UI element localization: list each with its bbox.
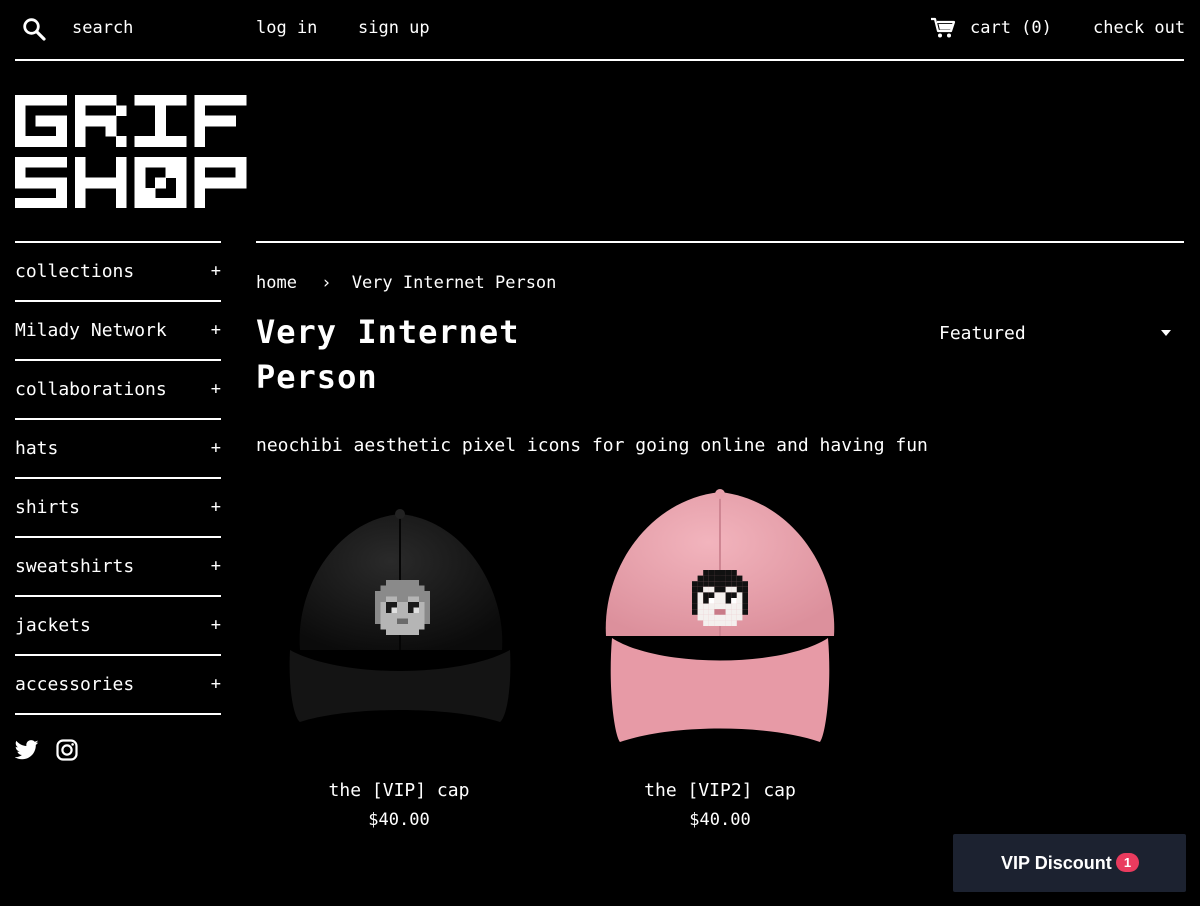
checkout-link[interactable]: check out xyxy=(1093,17,1185,39)
grift-shop-logo[interactable] xyxy=(15,95,251,208)
sidebar-item-label: collections xyxy=(15,261,135,282)
breadcrumb-home[interactable]: home xyxy=(256,272,297,294)
page-title: Very Internet Person xyxy=(256,313,520,396)
plus-icon[interactable]: + xyxy=(211,437,221,459)
plus-icon[interactable]: + xyxy=(211,378,221,400)
product-name[interactable]: the [VIP2] cap xyxy=(580,779,860,803)
sidebar-item-hats[interactable]: hats + xyxy=(15,420,221,479)
breadcrumb-current: Very Internet Person xyxy=(351,273,557,293)
plus-icon[interactable]: + xyxy=(211,614,221,636)
sidebar-item-sweatshirts[interactable]: sweatshirts + xyxy=(15,538,221,597)
sidebar-item-jackets[interactable]: jackets + xyxy=(15,597,221,656)
sort-selected-value: Featured xyxy=(939,323,1026,344)
sidebar-item-collections[interactable]: collections + xyxy=(15,243,221,302)
main-top-divider xyxy=(256,241,1184,243)
logo-line2 xyxy=(15,157,247,208)
instagram-icon[interactable] xyxy=(56,739,78,761)
breadcrumb: home › Very Internet Person xyxy=(256,272,556,294)
header-divider xyxy=(15,59,1184,61)
sidebar-item-label: jackets xyxy=(15,615,91,636)
plus-icon[interactable]: + xyxy=(211,260,221,282)
login-link[interactable]: log in xyxy=(256,17,317,39)
cart-icon[interactable] xyxy=(930,17,956,39)
sidebar-item-label: sweatshirts xyxy=(15,556,135,577)
sidebar-item-label: shirts xyxy=(15,497,81,518)
sidebar-divider xyxy=(15,713,221,715)
logo-line1 xyxy=(15,95,247,147)
sidebar-item-label: collaborations xyxy=(15,379,167,400)
sort-select[interactable]: Featured xyxy=(939,322,1179,346)
plus-icon[interactable]: + xyxy=(211,496,221,518)
plus-icon[interactable]: + xyxy=(211,673,221,695)
collection-description: neochibi aesthetic pixel icons for going… xyxy=(256,435,928,456)
notification-badge: 1 xyxy=(1116,853,1139,872)
pixel-face-embroidery xyxy=(375,580,430,635)
sidebar-item-milady-network[interactable]: Milady Network + xyxy=(15,302,221,361)
search-icon[interactable] xyxy=(22,17,46,41)
vip-discount-button[interactable]: VIP Discount 1 xyxy=(953,834,1186,892)
sidebar-item-collaborations[interactable]: collaborations + xyxy=(15,361,221,420)
plus-icon[interactable]: + xyxy=(211,319,221,341)
sidebar-item-label: accessories xyxy=(15,674,135,695)
chevron-down-icon xyxy=(1161,330,1171,336)
plus-icon[interactable]: + xyxy=(211,555,221,577)
search-input[interactable]: search xyxy=(72,17,133,39)
product-price: $40.00 xyxy=(368,810,430,830)
signup-link[interactable]: sign up xyxy=(358,17,430,39)
product-image-vip2-cap[interactable] xyxy=(598,486,842,752)
product-price: $40.00 xyxy=(689,810,751,830)
cart-link[interactable]: cart (0) xyxy=(970,17,1052,39)
twitter-icon[interactable] xyxy=(15,740,39,760)
vip-discount-label: VIP Discount xyxy=(1001,853,1112,873)
top-bar: search log in sign up cart (0) check out xyxy=(0,0,1200,60)
sidebar-item-label: Milady Network xyxy=(15,320,167,341)
product-image-vip-cap[interactable] xyxy=(280,500,520,740)
product-name[interactable]: the [VIP] cap xyxy=(259,779,539,803)
breadcrumb-separator: › xyxy=(321,273,332,293)
sidebar-item-shirts[interactable]: shirts + xyxy=(15,479,221,538)
pixel-face-embroidery xyxy=(692,570,748,626)
sidebar-item-accessories[interactable]: accessories + xyxy=(15,656,221,715)
sidebar-item-label: hats xyxy=(15,438,59,459)
